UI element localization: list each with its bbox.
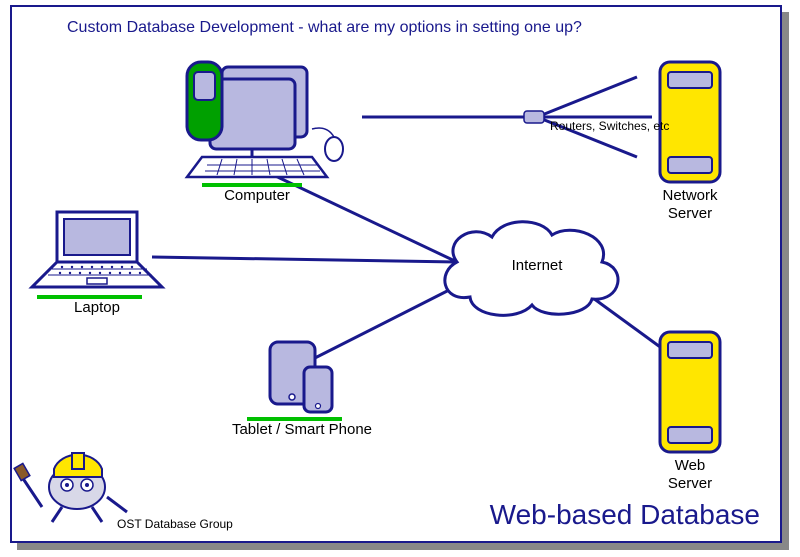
- footer-label: OST Database Group: [117, 517, 233, 531]
- diagram-container: Custom Database Development - what are m…: [0, 0, 800, 557]
- computer-icon: [187, 62, 343, 185]
- routers-label: Routers, Switches, etc: [550, 119, 669, 133]
- network-server-label: Network Server: [640, 187, 740, 223]
- laptop-icon: [32, 212, 162, 297]
- frame: Custom Database Development - what are m…: [10, 5, 782, 543]
- big-title: Web-based Database: [490, 499, 760, 531]
- laptop-label: Laptop: [47, 299, 147, 316]
- internet-label: Internet: [487, 257, 587, 274]
- web-server-icon: [660, 332, 720, 452]
- mascot-icon: [14, 453, 127, 522]
- computer-label: Computer: [207, 187, 307, 204]
- web-server-label: Web Server: [640, 457, 740, 493]
- tablet-label: Tablet / Smart Phone: [222, 421, 382, 438]
- tablet-icon: [247, 342, 342, 419]
